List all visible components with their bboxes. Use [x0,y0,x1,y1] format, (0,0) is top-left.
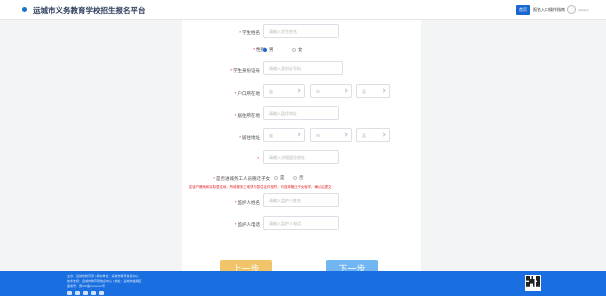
guardian-phone-label: *监护人电话 [234,222,260,227]
footer-line: 备案号：晋ICP备xxxxxxxx号 [67,284,106,288]
police-badge-icon [67,291,72,295]
user-name[interactable]: (hidden) [578,8,589,12]
site-title: 运城市义务教育学校招生报名平台 [33,6,146,15]
chevron-down-icon [343,88,348,93]
migrant-no-radio[interactable] [293,176,297,180]
gender-label: *性别 [253,47,265,52]
hukou-county-select[interactable]: 县 [356,84,390,98]
chevron-down-icon [381,88,386,93]
footer-line: 主办：运城市教育局 | 承办单位：运城市教育信息中心 [67,274,139,278]
nav-guide[interactable]: 操作指南 [546,5,568,15]
form-card [182,20,421,271]
nav-home[interactable]: 首页 [516,5,530,15]
chevron-down-icon [296,132,301,137]
top-header: 运城市义务教育学校招生报名平台 首页 报名入口 操作指南 (hidden) [0,0,606,20]
security-icon [75,291,80,295]
gender-male-radio[interactable] [263,48,267,52]
migrant-notice: 如该户籍地和实际居住地，所填报务工地须与暂住证件相符，可选择随迁子女就学，确认后… [189,185,332,189]
residence-province-select[interactable]: 省 [263,128,305,142]
migrant-yes-label[interactable]: 是 [280,175,285,181]
migrant-no-label[interactable]: 否 [299,175,304,181]
chevron-down-icon [343,132,348,137]
chevron-down-icon [296,88,301,93]
migrant-yes-radio[interactable] [274,176,278,180]
gender-female-label[interactable]: 女 [298,47,303,53]
guardian-name-label: *监护人姓名 [234,200,260,205]
hukou-label: *户口所在地 [234,91,260,96]
residence-county-select[interactable]: 县 [356,128,390,142]
footer-line: 技术支持：运城市教育局信息中心 | 地址：运城市盐湖区 [67,279,142,283]
hukou-city-select[interactable]: 市 [310,84,352,98]
trust-seal-icon [83,291,88,295]
id-number-input[interactable]: 请输入身份证号码 [263,61,343,75]
guardian-phone-input[interactable]: 请输入监护人电话 [263,216,339,230]
residence-label: *居住地址 [239,135,260,140]
residence-city-select[interactable]: 市 [310,128,352,142]
gender-female-radio[interactable] [292,48,296,52]
migrant-label: *是否进城务工人员随迁子女 [213,176,270,181]
verified-site-icon [91,291,96,295]
report-icon [99,291,104,295]
user-avatar-icon[interactable] [567,5,576,14]
qr-code-icon [525,275,541,291]
gender-male-label[interactable]: 男 [269,47,274,53]
guardian-name-input[interactable]: 请输入监护人姓名 [263,193,339,207]
household-input[interactable]: 请输入居住地址 [263,106,339,120]
hukou-province-select[interactable]: 省 [263,84,305,98]
residence-detail-input[interactable]: 请输入详细居住地址 [263,150,339,164]
brand-dot-icon [22,7,27,12]
residence-detail-label: * [257,156,259,161]
id-number-label: *学生身份证号 [230,68,260,73]
chevron-down-icon [381,132,386,137]
student-name-label: *学生姓名 [239,30,260,35]
student-name-input[interactable]: 请输入学生姓名 [263,24,339,38]
household-label: *居住所在地 [234,113,260,118]
